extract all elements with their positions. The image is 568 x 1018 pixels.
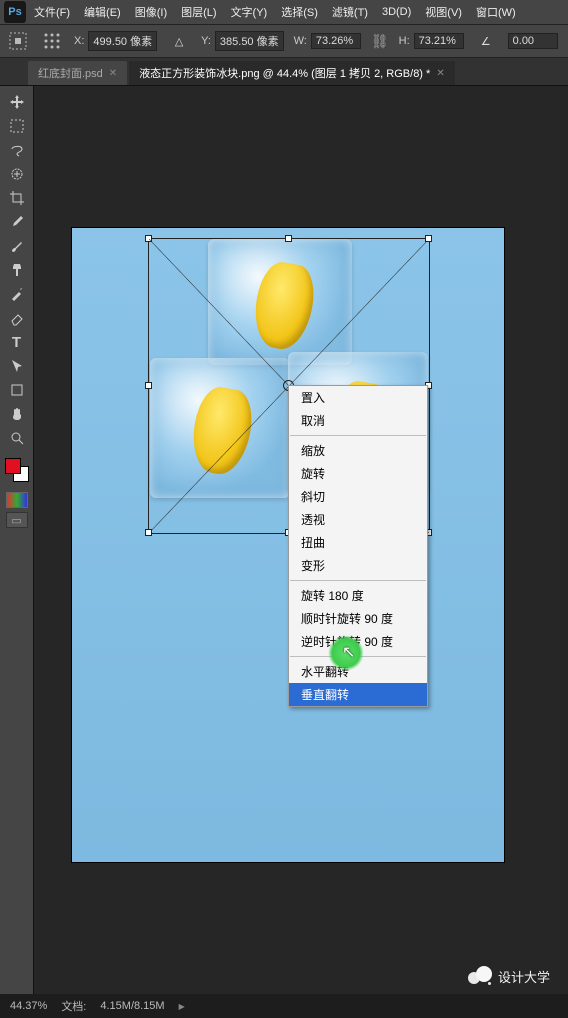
menu-rot180[interactable]: 旋转 180 度 (289, 584, 427, 607)
watermark-text: 设计大学 (498, 967, 550, 986)
ice-cube-left (150, 358, 290, 498)
transform-context-menu: 置入 取消 缩放 旋转 斜切 透视 扭曲 变形 旋转 180 度 顺时针旋转 9… (288, 385, 428, 707)
menu-cancel[interactable]: 取消 (289, 409, 427, 432)
menu-rotate[interactable]: 旋转 (289, 462, 427, 485)
ice-cube-top (208, 239, 352, 365)
menu-window[interactable]: 窗口(W) (470, 2, 522, 22)
menu-rot90cw[interactable]: 顺时针旋转 90 度 (289, 607, 427, 630)
menu-perspect[interactable]: 透视 (289, 508, 427, 531)
w-value[interactable]: 73.26% (311, 33, 361, 49)
marquee-tool-icon[interactable] (3, 114, 31, 138)
h-field[interactable]: H: 73.21% (399, 33, 464, 49)
clone-tool-icon[interactable] (3, 258, 31, 282)
eyedropper-tool-icon[interactable] (3, 210, 31, 234)
transform-handle[interactable] (145, 529, 152, 536)
tab-label: 红底封面.psd (38, 65, 103, 81)
x-value[interactable]: 499.50 像素 (88, 31, 157, 51)
toolbox: T ▭ (0, 86, 34, 994)
type-tool-icon[interactable]: T (3, 330, 31, 354)
watermark: 设计大学 (468, 966, 550, 986)
y-value[interactable]: 385.50 像素 (215, 31, 284, 51)
menu-type[interactable]: 文字(Y) (225, 2, 274, 22)
history-brush-tool-icon[interactable] (3, 282, 31, 306)
menubar: Ps 文件(F) 编辑(E) 图像(I) 图层(L) 文字(Y) 选择(S) 滤… (0, 0, 568, 24)
x-label: X: (74, 35, 84, 47)
eraser-tool-icon[interactable] (3, 306, 31, 330)
move-tool-icon[interactable] (3, 90, 31, 114)
quick-mask-icon[interactable] (6, 492, 28, 508)
menu-3d[interactable]: 3D(D) (376, 4, 417, 20)
app-logo: Ps (4, 1, 26, 23)
menu-flip-v[interactable]: 垂直翻转 (289, 683, 427, 706)
reference-point-icon[interactable] (40, 29, 64, 53)
tab-label: 液态正方形装饰冰块.png @ 44.4% (图层 1 拷贝 2, RGB/8)… (139, 65, 430, 81)
h-value[interactable]: 73.21% (414, 33, 464, 49)
document-canvas[interactable]: 置入 取消 缩放 旋转 斜切 透视 扭曲 变形 旋转 180 度 顺时针旋转 9… (72, 228, 504, 862)
lasso-tool-icon[interactable] (3, 138, 31, 162)
wechat-icon (468, 966, 492, 986)
zoom-value[interactable]: 44.37% (10, 1000, 47, 1012)
menu-warp[interactable]: 变形 (289, 554, 427, 577)
shape-tool-icon[interactable] (3, 378, 31, 402)
status-bar: 44.37% 文档: 4.15M/8.15M ▶ (0, 994, 568, 1018)
screen-mode-icon[interactable]: ▭ (6, 512, 28, 528)
options-bar: X: 499.50 像素 △ Y: 385.50 像素 W: 73.26% ⛓ … (0, 24, 568, 58)
h-label: H: (399, 35, 410, 47)
hand-tool-icon[interactable] (3, 402, 31, 426)
zoom-tool-icon[interactable] (3, 426, 31, 450)
doc-label: 文档: (61, 998, 86, 1014)
color-swatch[interactable] (5, 458, 29, 482)
banana-icon (187, 384, 257, 478)
angle-icon: ∠ (474, 29, 498, 53)
banana-icon (249, 259, 319, 353)
y-field[interactable]: Y: 385.50 像素 (201, 31, 284, 51)
document-tabs: 红底封面.psd ✕ 液态正方形装饰冰块.png @ 44.4% (图层 1 拷… (0, 58, 568, 86)
quick-select-tool-icon[interactable] (3, 162, 31, 186)
menu-layer[interactable]: 图层(L) (175, 2, 222, 22)
aspect-link-icon[interactable]: ⛓ (371, 33, 389, 50)
menu-separator (290, 580, 426, 581)
tab-red-cover[interactable]: 红底封面.psd ✕ (28, 61, 127, 85)
menu-distort[interactable]: 扭曲 (289, 531, 427, 554)
y-label: Y: (201, 35, 211, 47)
menu-scale[interactable]: 缩放 (289, 439, 427, 462)
transform-handle[interactable] (425, 235, 432, 242)
canvas-area[interactable]: 置入 取消 缩放 旋转 斜切 透视 扭曲 变形 旋转 180 度 顺时针旋转 9… (34, 86, 568, 994)
transform-tool-icon[interactable] (6, 29, 30, 53)
menu-select[interactable]: 选择(S) (275, 2, 324, 22)
doc-size: 4.15M/8.15M (100, 1000, 164, 1012)
transform-handle[interactable] (145, 235, 152, 242)
swap-xy-icon[interactable]: △ (167, 29, 191, 53)
brush-tool-icon[interactable] (3, 234, 31, 258)
angle-value[interactable]: 0.00 (508, 33, 558, 49)
tab-ice-cube[interactable]: 液态正方形装饰冰块.png @ 44.4% (图层 1 拷贝 2, RGB/8)… (129, 61, 455, 85)
menu-skew[interactable]: 斜切 (289, 485, 427, 508)
menu-place[interactable]: 置入 (289, 386, 427, 409)
crop-tool-icon[interactable] (3, 186, 31, 210)
menu-file[interactable]: 文件(F) (28, 2, 76, 22)
close-icon[interactable]: ✕ (436, 68, 444, 79)
menu-filter[interactable]: 滤镜(T) (326, 2, 374, 22)
menu-separator (290, 435, 426, 436)
x-field[interactable]: X: 499.50 像素 (74, 31, 157, 51)
w-field[interactable]: W: 73.26% (294, 33, 361, 49)
cursor-icon: ↖ (342, 642, 355, 662)
close-icon[interactable]: ✕ (109, 68, 117, 79)
menu-edit[interactable]: 编辑(E) (78, 2, 127, 22)
path-select-tool-icon[interactable] (3, 354, 31, 378)
w-label: W: (294, 35, 307, 47)
menu-image[interactable]: 图像(I) (129, 2, 173, 22)
menu-view[interactable]: 视图(V) (419, 2, 468, 22)
chevron-right-icon[interactable]: ▶ (179, 1002, 185, 1011)
